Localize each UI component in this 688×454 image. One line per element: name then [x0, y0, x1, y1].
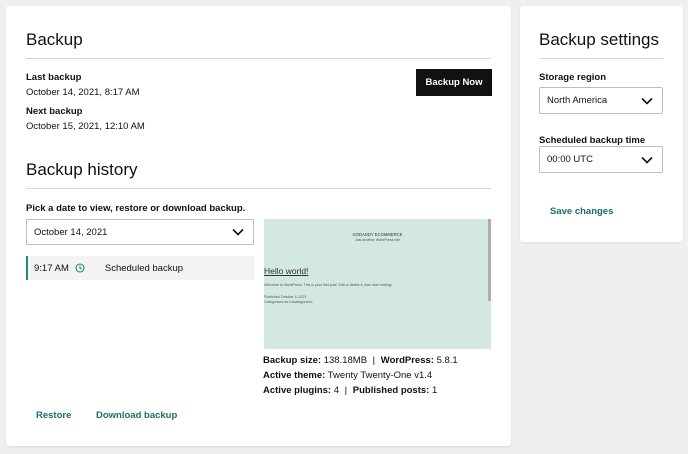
published-posts-value: 1	[431, 385, 438, 396]
scheduled-time-select[interactable]: 00:00 UTC	[539, 146, 663, 173]
last-backup-value: October 14, 2021, 8:17 AM	[26, 87, 140, 98]
active-theme-label: Active theme:	[263, 370, 326, 381]
history-entry-time: 9:17 AM	[34, 262, 69, 274]
backup-settings-card: Backup settings Storage region North Ame…	[520, 6, 683, 242]
history-divider	[26, 188, 491, 189]
backup-card: Backup Last backup October 14, 2021, 8:1…	[6, 6, 511, 446]
active-theme-line: Active theme: Twenty Twenty-One v1.4	[263, 370, 432, 381]
download-backup-link[interactable]: Download backup	[96, 410, 177, 421]
active-theme-value: Twenty Twenty-One v1.4	[327, 370, 433, 381]
preview-site-name: GODADDY ECOMMERCE	[352, 232, 403, 237]
clock-icon	[75, 263, 85, 273]
next-backup-label: Next backup	[26, 106, 83, 117]
preview-post-title: Hello world!	[264, 266, 309, 276]
backup-history-title: Backup history	[26, 160, 138, 179]
next-backup-value: October 15, 2021, 12:10 AM	[26, 121, 145, 132]
scheduled-time-label: Scheduled backup time	[539, 135, 646, 146]
chevron-down-icon	[641, 156, 653, 164]
backup-now-button[interactable]: Backup Now	[416, 69, 492, 96]
last-backup-label: Last backup	[26, 72, 82, 83]
backup-size-value: 138.18MB	[323, 355, 368, 366]
chevron-down-icon	[232, 228, 244, 236]
save-changes-link[interactable]: Save changes	[550, 206, 613, 217]
plugins-posts-line: Active plugins: 4 | Published posts: 1	[263, 385, 437, 396]
backup-preview-thumbnail[interactable]: GODADDY ECOMMERCE Just another WordPress…	[264, 219, 491, 349]
history-entry[interactable]: 9:17 AM Scheduled backup	[26, 256, 254, 280]
backup-size-line: Backup size: 138.18MB | WordPress: 5.8.1	[263, 355, 458, 366]
backup-date-select[interactable]: October 14, 2021	[26, 219, 254, 245]
published-posts-label: Published posts:	[352, 385, 430, 396]
settings-divider	[539, 58, 663, 59]
storage-region-value: North America	[547, 95, 608, 106]
separator: |	[344, 385, 348, 396]
active-plugins-value: 4	[333, 385, 340, 396]
backup-size-label: Backup size:	[263, 355, 322, 366]
storage-region-select[interactable]: North America	[539, 87, 663, 114]
backup-title: Backup	[26, 30, 83, 49]
history-instruction: Pick a date to view, restore or download…	[26, 203, 246, 214]
wordpress-version-label: WordPress:	[380, 355, 434, 366]
preview-post-meta-date: Published October 4, 2021	[264, 295, 307, 299]
restore-link[interactable]: Restore	[36, 410, 71, 421]
storage-region-label: Storage region	[539, 72, 607, 83]
scheduled-time-value: 00:00 UTC	[547, 154, 593, 165]
preview-tagline: Just another WordPress site	[354, 238, 401, 242]
backup-divider	[26, 58, 491, 59]
active-plugins-label: Active plugins:	[263, 385, 332, 396]
backup-date-value: October 14, 2021	[34, 226, 108, 238]
chevron-down-icon	[641, 97, 653, 105]
separator: |	[372, 355, 376, 366]
preview-post-meta-category: Categorized as Uncategorized	[264, 300, 313, 304]
history-entry-type: Scheduled backup	[104, 262, 184, 274]
wordpress-version-value: 5.8.1	[436, 355, 458, 366]
preview-post-body: Welcome to WordPress. This is your first…	[264, 283, 392, 287]
backup-settings-title: Backup settings	[539, 30, 660, 49]
